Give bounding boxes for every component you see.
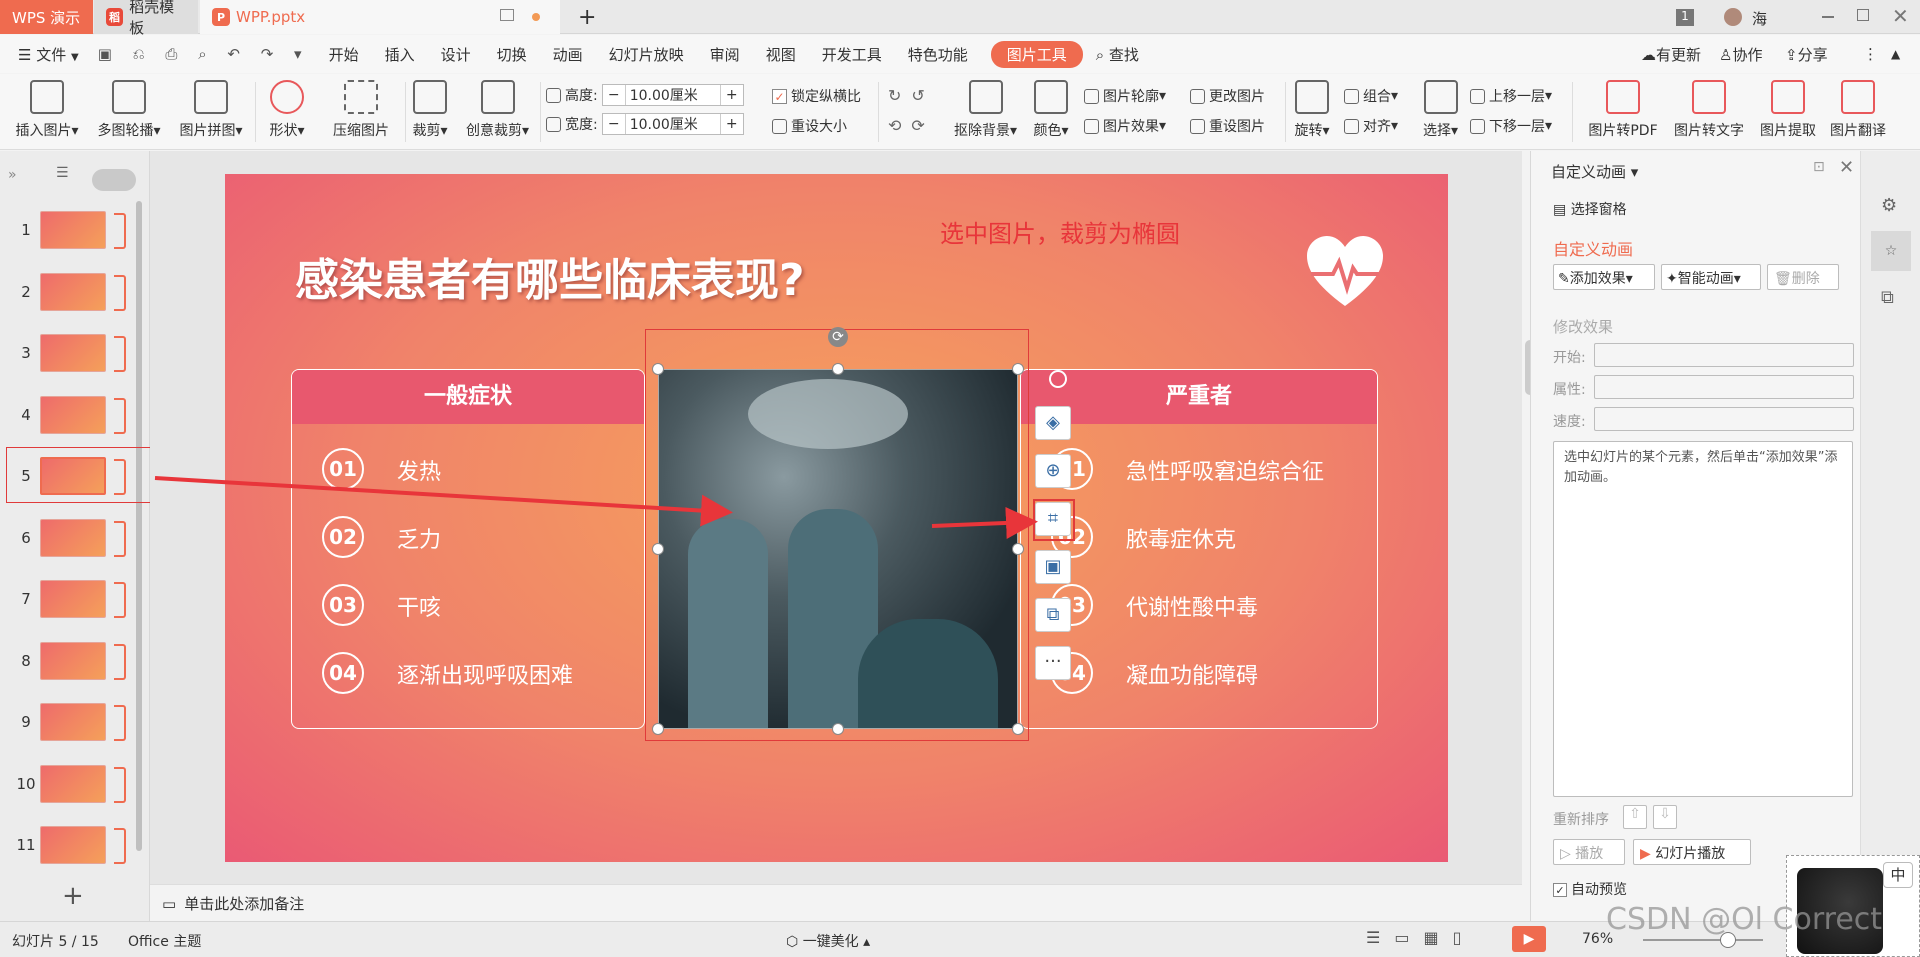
- trash-icon: 🗑: [1774, 271, 1792, 287]
- checkmark-icon: ✓: [1553, 883, 1567, 897]
- speed-label: 速度:: [1553, 414, 1586, 430]
- start-select[interactable]: [1594, 343, 1854, 367]
- section-title: 自定义动画: [1553, 240, 1634, 259]
- smart-animation-button[interactable]: ✦智能动画▾: [1661, 264, 1761, 290]
- close-pane-icon[interactable]: ✕: [1839, 157, 1854, 178]
- copy-shape-icon[interactable]: ⧉: [1881, 287, 1894, 308]
- start-label: 开始:: [1553, 350, 1586, 366]
- move-up-icon[interactable]: ⇧: [1623, 805, 1647, 829]
- watermark: CSDN @Ol Correct: [1606, 902, 1883, 937]
- side-toolbar: ⚙ ☆ ⧉: [1860, 151, 1920, 921]
- layers-icon: ▤: [1553, 202, 1571, 218]
- smart-icon: ✦: [1666, 271, 1678, 287]
- play-icon: ▷: [1560, 846, 1576, 862]
- ime-indicator[interactable]: 中: [1883, 862, 1913, 888]
- pen-icon: ✎: [1558, 271, 1570, 287]
- property-label: 属性:: [1553, 382, 1586, 398]
- cube-icon: ⬡: [786, 934, 803, 950]
- speed-select[interactable]: [1594, 407, 1854, 431]
- modify-effect-label: 修改效果: [1553, 318, 1614, 336]
- pane-title[interactable]: 自定义动画 ▾: [1551, 161, 1638, 182]
- animation-list[interactable]: 选中幻灯片的某个元素，然后单击“添加效果”添加动画。: [1553, 441, 1853, 797]
- animation-pane: 自定义动画 ▾ ⊡ ✕ ▤ 选择窗格 自定义动画 ✎添加效果▾ ✦智能动画▾ 🗑…: [1530, 151, 1860, 921]
- animation-star-icon[interactable]: ☆: [1871, 231, 1911, 271]
- reorder-label: 重新排序: [1553, 812, 1609, 828]
- autopreview-checkbox[interactable]: ✓ 自动预览: [1553, 879, 1627, 899]
- selection-pane-link[interactable]: ▤ 选择窗格: [1553, 199, 1627, 219]
- view-mode-icons[interactable]: ☰▭▦▯: [1366, 928, 1475, 947]
- slide-counter: 幻灯片 5 / 15: [12, 934, 99, 950]
- add-effect-button[interactable]: ✎添加效果▾: [1553, 264, 1655, 290]
- notes-area[interactable]: ▭ 单击此处添加备注: [150, 884, 1522, 922]
- play-button[interactable]: ▷ 播放: [1553, 839, 1625, 865]
- zoom-slider[interactable]: [1643, 939, 1763, 941]
- slideshow-button[interactable]: ▶ 幻灯片播放: [1633, 839, 1751, 865]
- play-slideshow-icon[interactable]: ▶: [1512, 926, 1546, 952]
- property-select[interactable]: [1594, 375, 1854, 399]
- lock-icon[interactable]: ⊡: [1813, 159, 1825, 175]
- note-icon: ▭: [162, 894, 177, 913]
- theme-name[interactable]: Office 主题: [128, 931, 201, 951]
- settings-sliders-icon[interactable]: ⚙: [1881, 195, 1897, 216]
- slideshow-icon: ▶: [1640, 846, 1656, 862]
- beautify-button[interactable]: ⬡ 一键美化 ▴: [786, 931, 870, 951]
- move-down-icon[interactable]: ⇩: [1653, 805, 1677, 829]
- delete-button[interactable]: 🗑删除: [1767, 264, 1839, 290]
